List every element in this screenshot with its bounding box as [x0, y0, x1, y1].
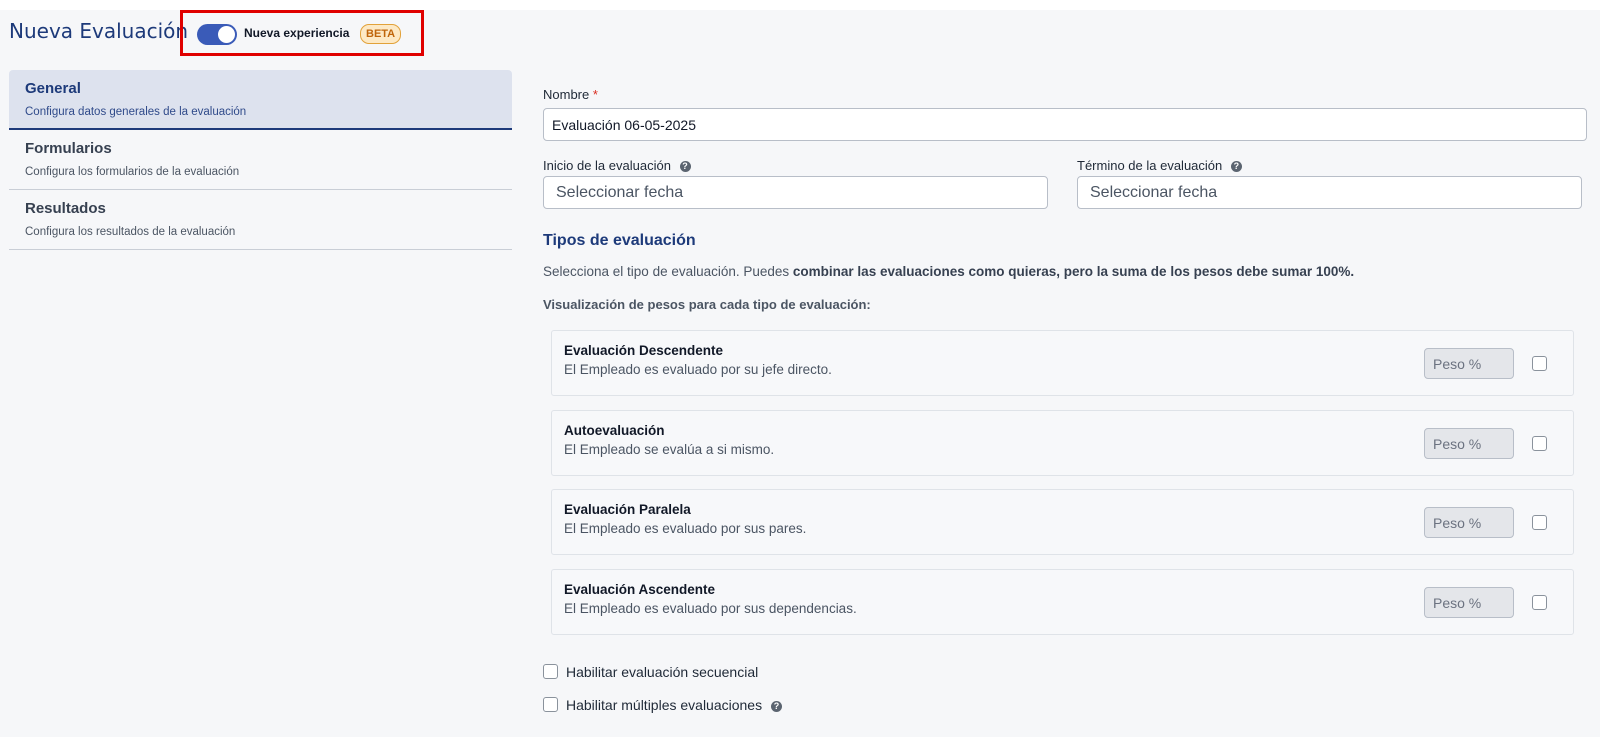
weight-input[interactable]	[1424, 507, 1514, 538]
sidebar-item-subtitle: Configura los resultados de la evaluació…	[25, 226, 236, 238]
multiple-label-text: Habilitar múltiples evaluaciones	[566, 697, 763, 713]
checkbox-icon[interactable]	[1532, 515, 1547, 530]
type-card-ascendente: Evaluación Ascendente El Empleado es eva…	[551, 569, 1574, 635]
weight-input[interactable]	[1424, 428, 1514, 459]
checkbox-icon[interactable]	[1532, 436, 1547, 451]
sidebar-item-resultados[interactable]: Resultados Configura los resultados de l…	[9, 190, 512, 250]
type-title: Evaluación Paralela	[564, 502, 691, 517]
type-title: Autoevaluación	[564, 423, 665, 438]
multiple-label: Habilitar múltiples evaluaciones ?	[566, 697, 782, 713]
new-experience-label: Nueva experiencia	[244, 26, 350, 40]
required-mark: *	[592, 87, 598, 102]
end-date-input[interactable]	[1077, 176, 1582, 209]
start-date-label: Inicio de la evaluación ?	[543, 158, 691, 173]
type-title: Evaluación Ascendente	[564, 582, 716, 597]
type-description: El Empleado se evalúa a si mismo.	[564, 442, 775, 457]
multiple-checkbox[interactable]	[543, 697, 558, 712]
start-date-input[interactable]	[543, 176, 1048, 209]
type-description: El Empleado es evaluado por su jefe dire…	[564, 362, 832, 377]
type-title: Evaluación Descendente	[564, 343, 724, 358]
sidebar-item-title: Formularios	[25, 140, 112, 157]
sidebar-item-formularios[interactable]: Formularios Configura los formularios de…	[9, 130, 512, 190]
weight-input[interactable]	[1424, 587, 1514, 618]
end-date-label: Término de la evaluación ?	[1077, 158, 1242, 173]
sequential-label: Habilitar evaluación secuencial	[566, 664, 759, 680]
type-card-paralela: Evaluación Paralela El Empleado es evalu…	[551, 489, 1574, 555]
page-title: Nueva Evaluación	[9, 19, 189, 43]
types-description-bold: combinar las evaluaciones como quieras, …	[792, 264, 1355, 279]
sidebar-item-subtitle: Configura datos generales de la evaluaci…	[25, 106, 247, 118]
help-circle-icon[interactable]: ?	[771, 700, 782, 712]
checkbox-icon[interactable]	[1532, 595, 1547, 610]
name-label-text: Nombre	[543, 87, 590, 102]
types-description-text: Selecciona el tipo de evaluación. Puedes	[543, 264, 793, 279]
name-label: Nombre *	[543, 87, 598, 102]
sidebar-item-title: Resultados	[25, 200, 106, 217]
sequential-checkbox[interactable]	[543, 664, 558, 679]
types-description: Selecciona el tipo de evaluación. Puedes…	[543, 264, 1354, 279]
beta-badge: BETA	[360, 24, 402, 44]
start-date-label-text: Inicio de la evaluación	[543, 158, 671, 173]
help-circle-icon[interactable]: ?	[679, 161, 691, 173]
end-date-label-text: Término de la evaluación	[1077, 158, 1223, 173]
types-section-title: Tipos de evaluación	[543, 232, 696, 249]
sidebar-item-subtitle: Configura los formularios de la evaluaci…	[25, 166, 240, 178]
checkbox-icon[interactable]	[1532, 356, 1547, 371]
type-card-autoevaluacion: Autoevaluación El Empleado se evalúa a s…	[551, 410, 1574, 476]
weight-input[interactable]	[1424, 348, 1514, 379]
sidebar: General Configura datos generales de la …	[9, 70, 512, 250]
toggle-knob	[218, 26, 235, 43]
sidebar-item-title: General	[25, 80, 81, 97]
sidebar-item-general[interactable]: General Configura datos generales de la …	[9, 70, 512, 130]
help-circle-icon[interactable]: ?	[1230, 161, 1242, 173]
weights-label: Visualización de pesos para cada tipo de…	[543, 297, 871, 312]
type-description: El Empleado es evaluado por sus pares.	[564, 521, 807, 536]
name-input[interactable]	[543, 108, 1587, 141]
type-description: El Empleado es evaluado por sus dependen…	[564, 601, 857, 616]
type-card-descendente: Evaluación Descendente El Empleado es ev…	[551, 330, 1574, 396]
new-experience-toggle[interactable]	[197, 24, 237, 45]
